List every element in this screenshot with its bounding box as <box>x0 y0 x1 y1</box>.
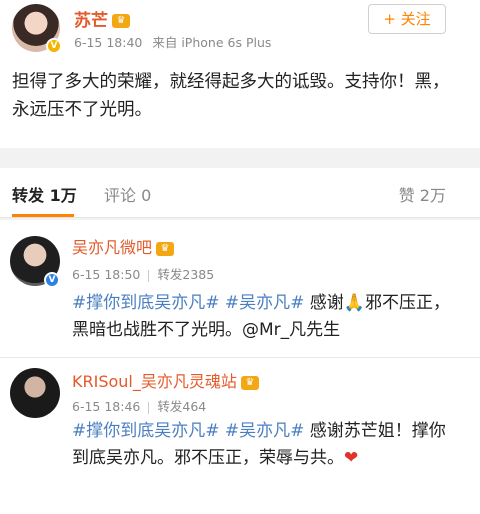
repost-time: 6-15 18:50 <box>72 267 141 282</box>
crown-icon: ♛ <box>240 375 259 390</box>
interaction-tabs: 转发 1万 评论 0 赞 2万 <box>0 168 480 218</box>
repost-count: 转发2385 <box>157 267 215 282</box>
heart-icon: ❤ <box>344 448 359 468</box>
repost-count: 转发464 <box>157 399 207 414</box>
crown-icon: ♛ <box>112 14 130 28</box>
tab-comment[interactable]: 评论 0 <box>104 182 151 206</box>
verified-badge-icon: V <box>44 272 60 288</box>
repost-author[interactable]: KRISoul_吴亦凡灵魂站 <box>72 372 237 391</box>
original-post: V 苏芒 ♛ 6-15 18:40 来自 iPhone 6s Plus + 关注 … <box>0 0 480 148</box>
repost-time: 6-15 18:46 <box>72 399 141 414</box>
author-name-row: 苏芒 ♛ <box>74 6 130 31</box>
repost-name-row: KRISoul_吴亦凡灵魂站 ♛ <box>72 368 259 392</box>
topic-link[interactable]: #吴亦凡# <box>225 421 305 441</box>
repost-avatar[interactable] <box>10 368 60 418</box>
repost-item[interactable]: KRISoul_吴亦凡灵魂站 ♛ 6-15 18:46 转发464 #撑你到底吴亦凡… <box>0 358 480 514</box>
repost-meta: 6-15 18:46 转发464 <box>72 396 206 415</box>
tab-repost[interactable]: 转发 1万 <box>12 182 77 206</box>
post-meta: 6-15 18:40 来自 iPhone 6s Plus <box>74 32 271 51</box>
topic-link[interactable]: #撑你到底吴亦凡# <box>72 421 220 441</box>
author-name[interactable]: 苏芒 <box>74 11 108 31</box>
tab-like[interactable]: 赞 2万 <box>399 182 446 206</box>
post-source: 来自 iPhone 6s Plus <box>152 35 272 50</box>
repost-text: #撑你到底吴亦凡# #吴亦凡# 感谢🙏邪不压正，黑暗也战胜不了光明。@Mr_凡先… <box>72 290 462 344</box>
topic-link[interactable]: #撑你到底吴亦凡# <box>72 293 220 313</box>
repost-author[interactable]: 吴亦凡微吧 <box>72 238 152 257</box>
repost-item[interactable]: V 吴亦凡微吧 ♛ 6-15 18:50 转发2385 #撑你到底吴亦凡# #吴亦凡… <box>0 220 480 358</box>
post-text: 担得了多大的荣耀，就经得起多大的诋毁。支持你！黑，永远压不了光明。 <box>12 72 450 120</box>
post-time: 6-15 18:40 <box>74 35 143 50</box>
repost-name-row: 吴亦凡微吧 ♛ <box>72 234 175 258</box>
praying-hands-icon: 🙏 <box>343 293 365 313</box>
follow-button[interactable]: + 关注 <box>368 4 446 34</box>
topic-link[interactable]: #吴亦凡# <box>225 293 305 313</box>
active-tab-indicator <box>12 214 74 217</box>
repost-meta: 6-15 18:50 转发2385 <box>72 264 214 283</box>
repost-text: #撑你到底吴亦凡# #吴亦凡# 感谢苏芒姐！撑你到底吴亦凡。邪不压正，荣辱与共。… <box>72 418 462 472</box>
crown-icon: ♛ <box>156 241 175 256</box>
repost-text-a: 感谢 <box>304 293 344 313</box>
verified-badge-icon: V <box>46 38 62 54</box>
